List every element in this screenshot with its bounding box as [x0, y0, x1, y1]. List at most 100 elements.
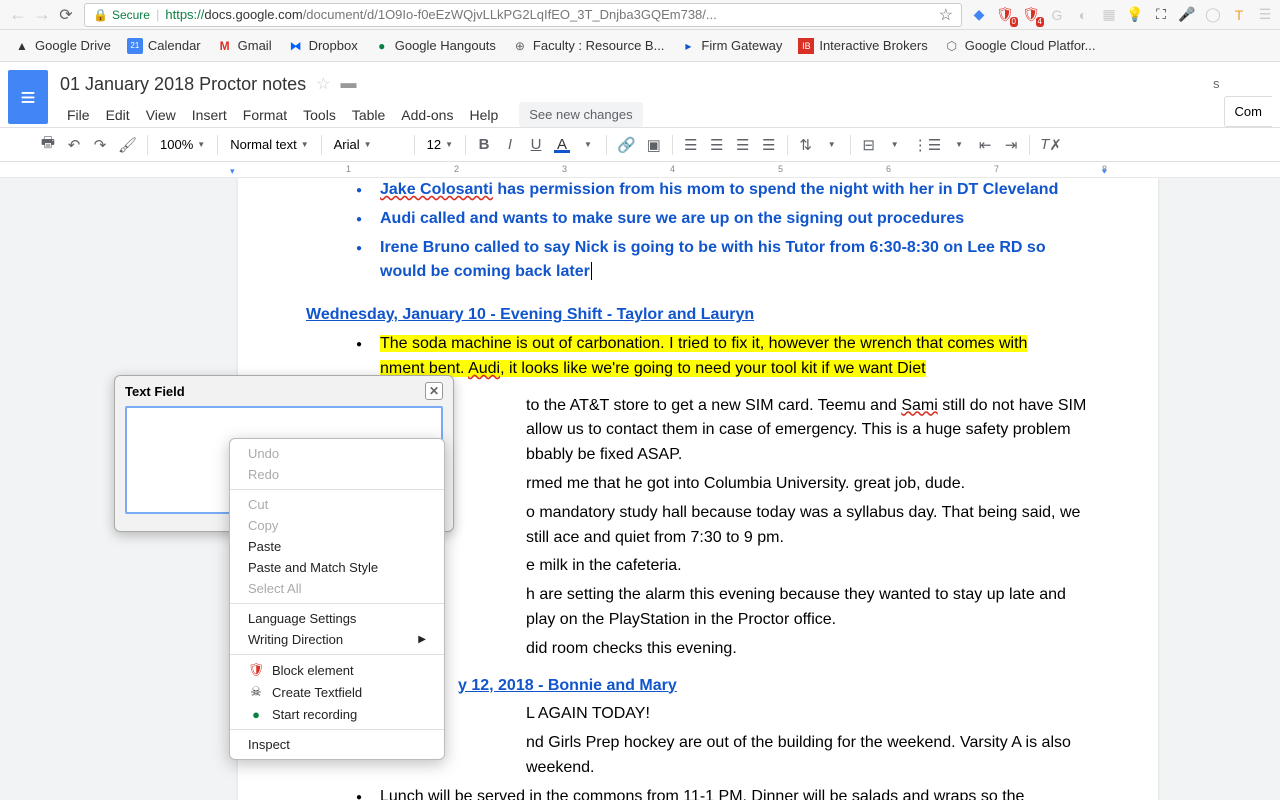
italic-button[interactable]: I	[498, 133, 522, 157]
clear-formatting-button[interactable]: T✗	[1036, 133, 1066, 157]
ruler-marker-left[interactable]: ▾	[230, 166, 240, 176]
s-indicator: s	[1213, 76, 1220, 91]
see-new-changes[interactable]: See new changes	[519, 102, 642, 127]
nl-caret[interactable]: ▼	[883, 133, 907, 157]
faculty-icon: ⊕	[512, 38, 528, 54]
skull-icon: ☠	[248, 684, 264, 700]
line-spacing-caret[interactable]: ▼	[820, 133, 844, 157]
menu-format[interactable]: Format	[236, 103, 294, 127]
ext-icon-11[interactable]: ☰	[1256, 6, 1274, 24]
star-icon[interactable]: ☆	[316, 74, 330, 94]
underline-button[interactable]: U	[524, 133, 548, 157]
redo-button[interactable]: ↷	[88, 133, 112, 157]
ext-icon-ublock[interactable]: 🛡0	[996, 6, 1014, 24]
bl-caret[interactable]: ▼	[947, 133, 971, 157]
ext-icon-6[interactable]: ▦	[1100, 6, 1118, 24]
ext-icon-1[interactable]: ◆	[970, 6, 988, 24]
cm-language[interactable]: Language Settings	[230, 608, 444, 629]
url-separator: |	[156, 7, 159, 22]
font-select[interactable]: Arial▼	[328, 133, 408, 157]
cm-cut[interactable]: Cut	[230, 494, 444, 515]
ext-icon-7[interactable]: 💡	[1126, 6, 1144, 24]
menu-view[interactable]: View	[139, 103, 183, 127]
ext-icon-3[interactable]: 🛡4	[1022, 6, 1040, 24]
docs-logo-icon[interactable]: ≡	[8, 70, 48, 124]
bookmark-gcp[interactable]: ⬡Google Cloud Platfor...	[938, 34, 1102, 58]
comment-button[interactable]: ▣	[642, 133, 666, 157]
blue-bullet-1[interactable]: Jake Colosanti has permission from his m…	[356, 178, 1090, 203]
menu-help[interactable]: Help	[462, 103, 505, 127]
menu-insert[interactable]: Insert	[185, 103, 234, 127]
bookmark-drive[interactable]: ▲Google Drive	[8, 34, 117, 58]
menu-table[interactable]: Table	[345, 103, 392, 127]
cm-block-element[interactable]: 🛡Block element	[230, 659, 444, 681]
line-spacing-button[interactable]: ⇅	[794, 133, 818, 157]
context-menu: Undo Redo Cut Copy Paste Paste and Match…	[229, 438, 445, 760]
bookmark-ib[interactable]: IBInteractive Brokers	[792, 34, 933, 58]
cm-inspect[interactable]: Inspect	[230, 734, 444, 755]
forward-button[interactable]: →	[30, 3, 54, 27]
numbered-list-button[interactable]: ⊟	[857, 133, 881, 157]
ext-icon-9[interactable]: ◯	[1204, 6, 1222, 24]
bookmark-star-icon[interactable]: ☆	[939, 5, 953, 25]
cm-copy[interactable]: Copy	[230, 515, 444, 536]
date-header-1[interactable]: Wednesday, January 10 - Evening Shift - …	[306, 303, 1090, 328]
menu-tools[interactable]: Tools	[296, 103, 343, 127]
bookmark-faculty[interactable]: ⊕Faculty : Resource B...	[506, 34, 671, 58]
increase-indent-button[interactable]: ⇥	[999, 133, 1023, 157]
cm-undo[interactable]: Undo	[230, 443, 444, 464]
text-color-button[interactable]: A	[550, 133, 574, 157]
ext-icon-5[interactable]: ◐	[1074, 6, 1092, 24]
bold-button[interactable]: B	[472, 133, 496, 157]
bookmark-firm[interactable]: ▸Firm Gateway	[674, 34, 788, 58]
cm-create-textfield[interactable]: ☠Create Textfield	[230, 681, 444, 703]
font-size-select[interactable]: 12▼	[421, 133, 459, 157]
bulleted-list-button[interactable]: ⋮☰	[909, 133, 945, 157]
bookmark-gmail[interactable]: MGmail	[211, 34, 278, 58]
align-right-button[interactable]: ☰	[731, 133, 755, 157]
zoom-select[interactable]: 100%▼	[154, 133, 211, 157]
style-select[interactable]: Normal text▼	[224, 133, 314, 157]
undo-button[interactable]: ↶	[62, 133, 86, 157]
ext-icon-fullscreen[interactable]: ⛶	[1152, 6, 1170, 24]
ext-icon-mic[interactable]: 🎤	[1178, 6, 1196, 24]
align-justify-button[interactable]: ☰	[757, 133, 781, 157]
black-bullet-hl[interactable]: The soda machine is out of carbonation. …	[356, 332, 1090, 382]
ext-icon-4[interactable]: G	[1048, 6, 1066, 24]
item2-3[interactable]: Lunch will be served in the commons from…	[356, 785, 1090, 800]
back-button[interactable]: ←	[6, 3, 30, 27]
comments-button[interactable]: Com	[1224, 96, 1272, 127]
menu-file[interactable]: File	[60, 103, 97, 127]
docs-header: ≡ 01 January 2018 Proctor notes ☆ ▬ File…	[0, 62, 1280, 127]
ruler-marker-right[interactable]: ▾	[1102, 166, 1112, 176]
menu-addons[interactable]: Add-ons	[394, 103, 460, 127]
reload-button[interactable]: ⟳	[54, 3, 78, 27]
link-button[interactable]: 🔗	[613, 133, 640, 157]
firm-icon: ▸	[680, 38, 696, 54]
bookmark-hangouts[interactable]: ●Google Hangouts	[368, 34, 502, 58]
cm-paste-match[interactable]: Paste and Match Style	[230, 557, 444, 578]
text-color-caret[interactable]: ▼	[576, 133, 600, 157]
align-left-button[interactable]: ☰	[679, 133, 703, 157]
blue-bullet-2[interactable]: Audi called and wants to make sure we ar…	[356, 207, 1090, 232]
bookmark-calendar[interactable]: 21Calendar	[121, 34, 207, 58]
cm-start-recording[interactable]: ●Start recording	[230, 703, 444, 725]
blue-bullet-3[interactable]: Irene Bruno called to say Nick is going …	[356, 236, 1090, 286]
ext-icon-10[interactable]: T	[1230, 6, 1248, 24]
cm-paste[interactable]: Paste	[230, 536, 444, 557]
cm-writing-dir[interactable]: Writing Direction▶	[230, 629, 444, 650]
decrease-indent-button[interactable]: ⇤	[973, 133, 997, 157]
calendar-icon: 21	[127, 38, 143, 54]
menu-edit[interactable]: Edit	[99, 103, 137, 127]
document-title[interactable]: 01 January 2018 Proctor notes	[60, 74, 306, 95]
lock-icon: 🔒	[93, 8, 108, 22]
cm-redo[interactable]: Redo	[230, 464, 444, 485]
align-center-button[interactable]: ☰	[705, 133, 729, 157]
bookmark-dropbox[interactable]: ⧓Dropbox	[282, 34, 364, 58]
cm-select-all[interactable]: Select All	[230, 578, 444, 599]
folder-icon[interactable]: ▬	[341, 75, 357, 93]
dialog-close-button[interactable]: ✕	[425, 382, 443, 400]
paint-format-button[interactable]: 🖌	[114, 133, 141, 157]
url-bar[interactable]: 🔒 Secure | https://docs.google.com/docum…	[84, 3, 962, 27]
print-button[interactable]: 🖶	[36, 133, 60, 157]
